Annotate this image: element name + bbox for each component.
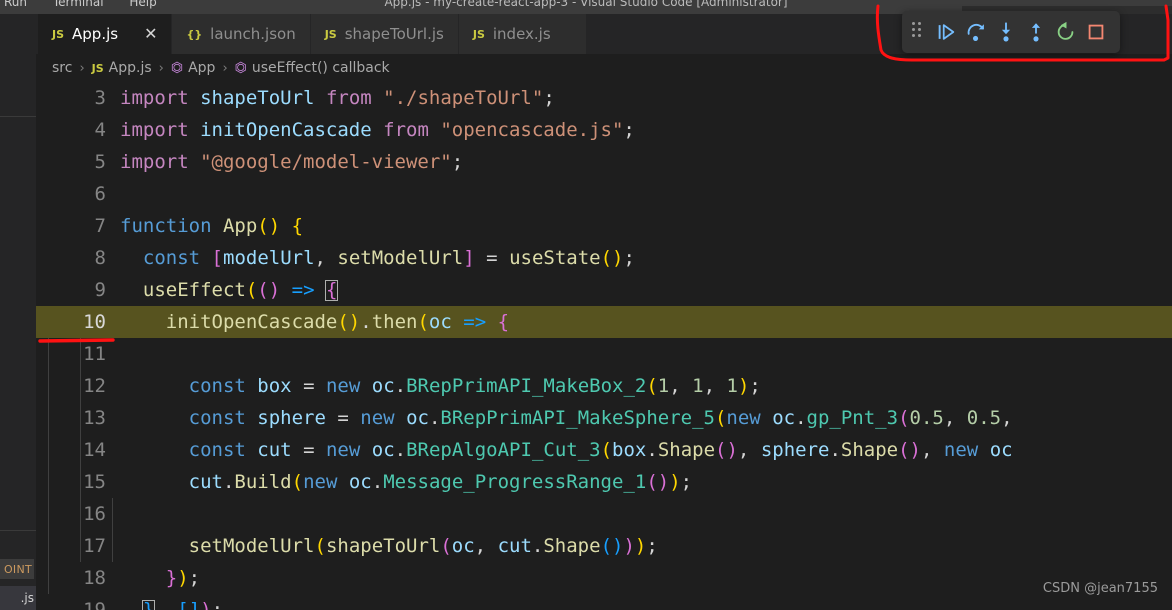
- code-line: 14 const cut = new oc.BRepAlgoAPI_Cut_3(…: [36, 434, 1172, 466]
- debug-step-over-button[interactable]: [962, 18, 990, 46]
- code-line: 4 import initOpenCascade from "opencasca…: [36, 114, 1172, 146]
- code-text: const [modelUrl, setModelUrl] = useState…: [142, 247, 635, 269]
- code-line: 19 }, []);: [36, 594, 1172, 610]
- debug-continue-button[interactable]: [932, 18, 960, 46]
- code-line: 3 import shapeToUrl from "./shapeToUrl";: [36, 82, 1172, 114]
- code-text: const sphere = new oc.BRepPrimAPI_MakeSp…: [48, 402, 1172, 434]
- code-line: 16: [36, 498, 1172, 530]
- step-out-icon: [1031, 23, 1041, 42]
- symbol-cube-icon: ⏣: [170, 60, 184, 76]
- code-editor[interactable]: 3 import shapeToUrl from "./shapeToUrl";…: [36, 82, 1172, 610]
- js-file-icon: JS: [91, 61, 104, 75]
- code-line: 8 const [modelUrl, setModelUrl] = useSta…: [36, 242, 1172, 274]
- breakpoint-section-label: OINT: [0, 559, 34, 579]
- breadcrumb-item-appjs[interactable]: JS App.js: [92, 60, 152, 76]
- debug-toolbar[interactable]: [902, 11, 1120, 53]
- breadcrumb-label: App: [188, 60, 216, 76]
- code-line-current-execution: 10 initOpenCascade().then(oc => {: [36, 306, 1172, 338]
- debug-stop-button[interactable]: [1082, 18, 1110, 46]
- breadcrumb-label: App.js: [108, 60, 152, 76]
- line-number: 19: [83, 599, 106, 610]
- code-line: 12 const box = new oc.BRepPrimAPI_MakeBo…: [36, 370, 1172, 402]
- code-text: const cut = new oc.BRepAlgoAPI_Cut_3(box…: [48, 434, 1172, 466]
- line-number: 8: [94, 247, 106, 269]
- tab-label: index.js: [492, 25, 551, 43]
- code-line: 11: [36, 338, 1172, 370]
- tab-label: launch.json: [210, 25, 296, 43]
- close-icon[interactable]: ✕: [144, 26, 157, 42]
- watermark: CSDN @jean7155: [1042, 581, 1158, 596]
- breadcrumb-item-app[interactable]: ⏣ App: [171, 60, 216, 76]
- tab-label: App.js: [72, 25, 119, 43]
- json-file-icon: {}: [186, 27, 203, 41]
- debug-step-out-button[interactable]: [1022, 18, 1050, 46]
- code-line-with-breakpoint: 13 const sphere = new oc.BRepPrimAPI_Mak…: [36, 402, 1172, 434]
- code-line: 9 useEffect(() => {: [36, 274, 1172, 306]
- line-number: 3: [94, 87, 106, 109]
- breakpoint-file-label: .js: [20, 591, 34, 605]
- code-text: }, []);: [120, 599, 1172, 610]
- breakpoint-file-item[interactable]: .js: [0, 586, 36, 610]
- code-line: 7 function App() {: [36, 210, 1172, 242]
- code-text: const box = new oc.BRepPrimAPI_MakeBox_2…: [48, 370, 1172, 402]
- panel-divider: [0, 530, 36, 531]
- vscode-window: Run Terminal Help App.js - my-create-rea…: [0, 0, 1172, 610]
- code-text: });: [48, 562, 1172, 594]
- code-text: useEffect(() => {: [142, 279, 339, 301]
- code-text: import shapeToUrl from "./shapeToUrl";: [120, 87, 555, 109]
- tab-index-js[interactable]: JS index.js: [458, 14, 587, 54]
- line-number: 6: [94, 183, 106, 205]
- js-file-icon: JS: [472, 27, 485, 41]
- code-line: 15 cut.Build(new oc.Message_ProgressRang…: [36, 466, 1172, 498]
- restart-icon: [1057, 21, 1074, 40]
- breadcrumb-item-useeffect-callback[interactable]: ⏣ useEffect() callback: [235, 60, 390, 76]
- debug-step-into-button[interactable]: [992, 18, 1020, 46]
- debug-restart-button[interactable]: [1052, 18, 1080, 46]
- code-text: import initOpenCascade from "opencascade…: [120, 119, 635, 141]
- drag-handle-icon[interactable]: [912, 22, 926, 42]
- code-line: 17 setModelUrl(shapeToUrl(oc, cut.Shape(…: [36, 530, 1172, 562]
- step-over-icon: [967, 23, 984, 41]
- breadcrumb-item-src[interactable]: src: [52, 60, 72, 76]
- tab-app-js[interactable]: JS App.js ✕: [38, 14, 173, 54]
- continue-icon: [938, 24, 955, 40]
- step-into-icon: [1001, 22, 1011, 42]
- side-panel-clipped: OINT .js: [0, 14, 36, 610]
- breadcrumb-separator-icon: ›: [158, 60, 164, 76]
- line-number: 9: [94, 279, 106, 301]
- panel-divider: [0, 116, 36, 117]
- stop-icon: [1088, 24, 1104, 40]
- js-file-icon: JS: [324, 27, 337, 41]
- breadcrumb-separator-icon: ›: [79, 60, 85, 76]
- breadcrumb-separator-icon: ›: [222, 60, 228, 76]
- line-number: 7: [94, 215, 106, 237]
- breadcrumb: src › JS App.js › ⏣ App › ⏣ useEffect() …: [0, 54, 1172, 82]
- tab-launch-json[interactable]: {} launch.json: [172, 14, 311, 54]
- line-number: 5: [94, 151, 106, 173]
- symbol-cube-icon: ⏣: [234, 60, 247, 76]
- code-line: 6: [36, 178, 1172, 210]
- code-text: cut.Build(new oc.Message_ProgressRange_1…: [48, 466, 1172, 498]
- tab-shapetourl-js[interactable]: JS shapeToUrl.js: [310, 14, 459, 54]
- code-text: import "@google/model-viewer";: [120, 151, 464, 173]
- code-line: 5 import "@google/model-viewer";: [36, 146, 1172, 178]
- code-text: initOpenCascade().then(oc => {: [165, 311, 510, 333]
- line-number: 10: [83, 311, 106, 333]
- code-line: 18 });: [36, 562, 1172, 594]
- code-text: function App() {: [120, 215, 304, 237]
- line-number: 4: [94, 119, 106, 141]
- breadcrumb-label: src: [52, 60, 73, 76]
- js-file-icon: JS: [52, 27, 65, 41]
- code-text: setModelUrl(shapeToUrl(oc, cut.Shape()))…: [48, 530, 1172, 562]
- breadcrumb-label: useEffect() callback: [251, 60, 390, 76]
- tab-label: shapeToUrl.js: [344, 25, 444, 43]
